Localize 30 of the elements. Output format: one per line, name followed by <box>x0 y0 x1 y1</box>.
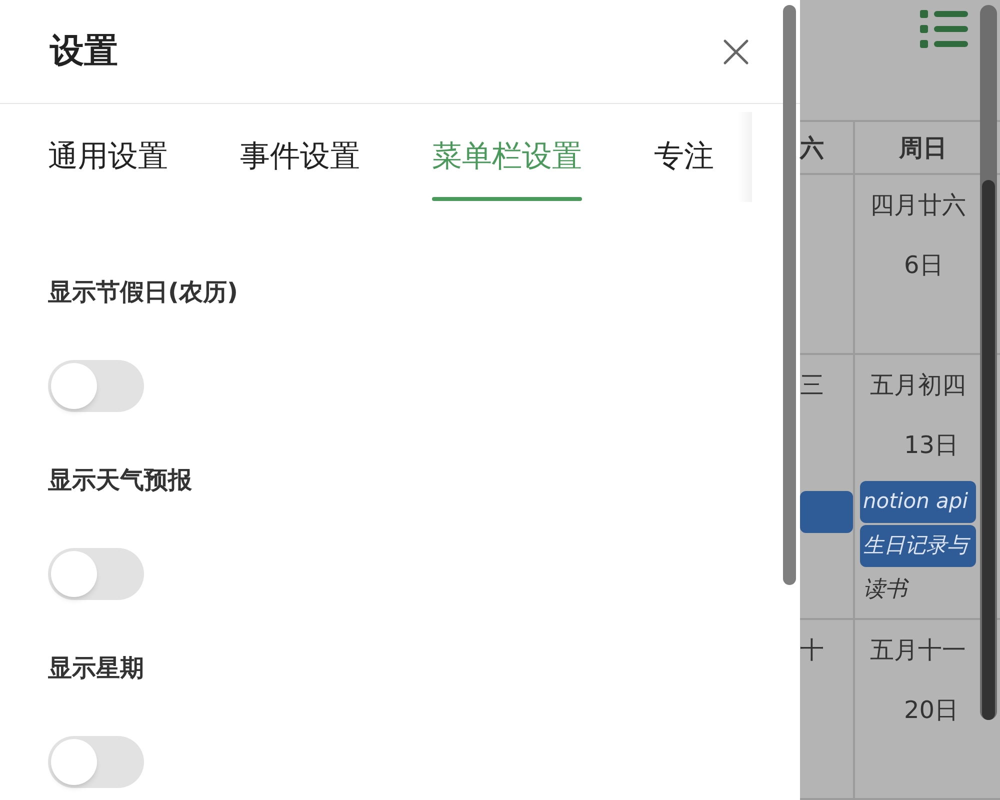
scrollbar[interactable] <box>783 5 796 585</box>
event-chip[interactable]: notion api <box>860 481 976 523</box>
tab[interactable]: 通用设置 <box>48 134 168 201</box>
scrollbar-track[interactable] <box>980 5 997 720</box>
toggle-switch[interactable] <box>48 360 144 412</box>
setting-label: 显示节假日(农历) <box>48 277 239 308</box>
lunar-date: 三 <box>800 371 824 399</box>
day-number: 6日 <box>903 250 944 281</box>
event-chip[interactable] <box>800 491 853 533</box>
event-text[interactable]: 读书 <box>860 569 910 609</box>
setting-label: 显示星期 <box>48 653 145 684</box>
day-number: 20日 <box>903 695 960 726</box>
day-number: 13日 <box>903 430 960 461</box>
tab[interactable]: 菜单栏设置 <box>432 134 582 201</box>
lunar-date: 五月初四 <box>869 370 967 401</box>
event-chip[interactable]: 生日记录与 <box>860 525 976 567</box>
setting-label: 显示天气预报 <box>48 465 193 496</box>
dialog-title: 设置 <box>50 30 118 73</box>
weekday-header: 六 <box>800 132 824 164</box>
toggle-switch[interactable] <box>48 548 144 600</box>
toggle-switch[interactable] <box>48 736 144 788</box>
lunar-date: 五月十一 <box>869 635 967 666</box>
close-icon[interactable] <box>722 38 750 66</box>
tab[interactable]: 专注 <box>654 134 714 201</box>
lunar-date: 四月廿六 <box>869 190 967 221</box>
scrollbar-thumb[interactable] <box>982 180 995 720</box>
weekday-header: 周日 <box>899 132 947 164</box>
lunar-date: 十 <box>800 636 824 664</box>
tab[interactable]: 事件设置 <box>240 134 360 201</box>
list-icon[interactable] <box>920 10 968 48</box>
